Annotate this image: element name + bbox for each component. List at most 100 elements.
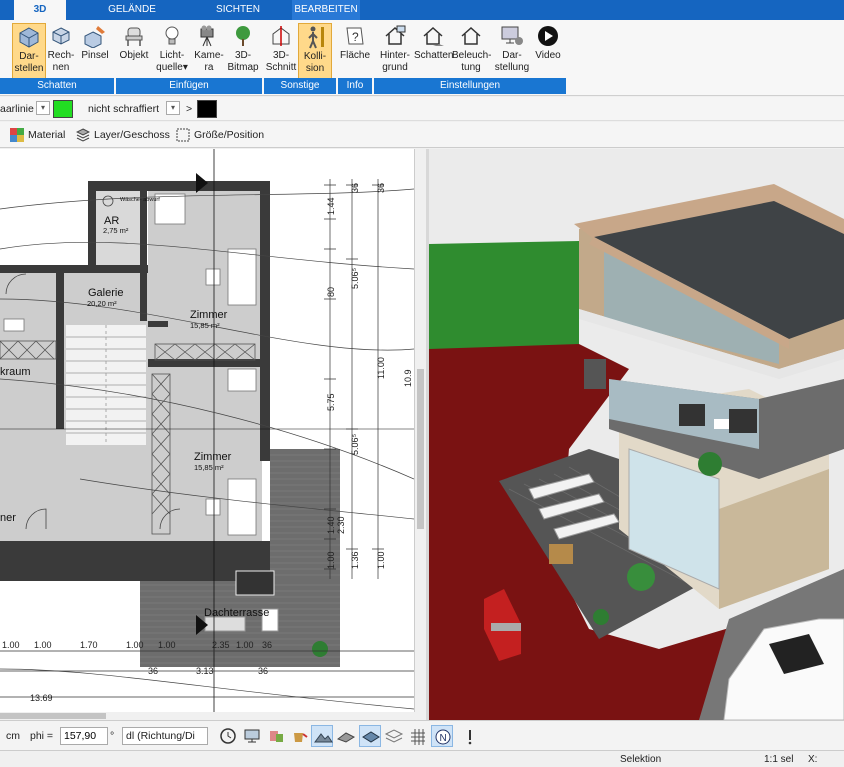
pinsel-label: Pinsel xyxy=(81,50,109,61)
room-area: 2,75 m² xyxy=(103,226,129,235)
video-button[interactable]: Video xyxy=(534,23,562,79)
screen-button[interactable] xyxy=(241,725,263,747)
hintergrund-label: Hinter- grund xyxy=(379,50,410,73)
clock-button[interactable] xyxy=(217,725,239,747)
surface-button[interactable] xyxy=(335,725,357,747)
floor-plan-view[interactable]: 1.44 80 36 5.06⁵ 11.00 5.75 5.06⁵ 1.40 2… xyxy=(0,149,414,712)
tab-3d[interactable]: 3D xyxy=(14,0,66,20)
plan-horizontal-scrollbar[interactable] xyxy=(0,712,414,720)
rechnen-button[interactable]: Rech- nen xyxy=(46,23,76,79)
kollision-label: Kolli- sion xyxy=(303,51,327,74)
dim-label: 5.06⁵ xyxy=(350,267,360,289)
dim-label: 80 xyxy=(326,287,336,297)
dim-label: 1.00 xyxy=(2,640,20,650)
status-bar: Selektion 1:1 sel X: xyxy=(0,750,844,767)
dim-label: 1.00 xyxy=(34,640,52,650)
3d-view[interactable] xyxy=(429,149,844,720)
tab-bearbeiten[interactable]: BEARBEITEN xyxy=(292,0,360,20)
room-area: 20,20 m² xyxy=(87,299,117,308)
line-color-swatch[interactable] xyxy=(53,100,73,118)
flaeche-button[interactable]: ? Fläche xyxy=(338,23,372,79)
paint-icon xyxy=(270,731,283,742)
scroll-thumb[interactable] xyxy=(417,369,424,529)
monitor-settings-icon xyxy=(501,26,523,45)
dim-total: 13.69 xyxy=(30,693,53,703)
tab-gelaende[interactable]: GELÄNDE xyxy=(80,0,184,20)
objekt-label: Objekt xyxy=(119,50,149,61)
stack-button[interactable] xyxy=(383,725,405,747)
dim-label: 1.36 xyxy=(350,551,360,569)
mode-select-value: dl (Richtung/Di xyxy=(126,730,195,742)
material-icon xyxy=(10,128,24,142)
phi-input[interactable] xyxy=(60,727,108,745)
stack-icon xyxy=(384,729,404,743)
monitor-icon xyxy=(244,729,260,743)
person-icon xyxy=(308,26,324,49)
grid-icon xyxy=(411,729,425,745)
lichtquelle-button[interactable]: Licht- quelle▾ xyxy=(152,23,192,79)
tree-icon xyxy=(236,26,250,46)
size-icon xyxy=(176,128,190,142)
size-position-button[interactable]: Größe/Position xyxy=(174,125,264,145)
hintergrund-button[interactable]: Hinter- grund xyxy=(376,23,414,79)
mode-select[interactable]: dl (Richtung/Di xyxy=(122,727,208,745)
hatch-color-swatch[interactable] xyxy=(197,100,217,118)
brush-cube-icon xyxy=(84,26,105,48)
terrain-button[interactable] xyxy=(311,725,333,747)
lightbulb-icon xyxy=(165,26,179,45)
group-schatten: Schatten xyxy=(0,78,114,94)
sub-toolbar: Material Layer/Geschoss Größe/Position xyxy=(0,122,844,148)
house-icon xyxy=(385,25,406,45)
layer-label: Layer/Geschoss xyxy=(94,129,170,141)
paint-button[interactable] xyxy=(265,725,287,747)
bitmap3d-button[interactable]: 3D- Bitmap xyxy=(226,23,260,79)
terrain-icon xyxy=(314,733,333,743)
kollision-button[interactable]: Kolli- sion xyxy=(298,23,332,79)
dim-label: 2.35 xyxy=(212,640,230,650)
beleuchtung-button[interactable]: Beleuch- tung xyxy=(452,23,491,79)
room-name: Zimmer xyxy=(194,451,232,463)
dim-label: 11.00 xyxy=(376,357,386,379)
layer-tool-button[interactable] xyxy=(359,725,381,747)
status-mode: Selektion xyxy=(620,754,662,765)
group-einfuegen: Einfügen xyxy=(116,78,262,94)
tab-sichten[interactable]: SICHTEN xyxy=(186,0,290,20)
clock-icon xyxy=(220,728,236,744)
pinsel-button[interactable]: Pinsel xyxy=(78,23,112,79)
darstellung-button[interactable]: Dar- stellung xyxy=(492,23,532,79)
north-button[interactable]: N xyxy=(431,725,453,747)
darstellung-label: Dar- stellung xyxy=(494,50,530,73)
grid-button[interactable] xyxy=(407,725,429,747)
material-button[interactable]: Material xyxy=(8,125,65,145)
cube-icon xyxy=(52,27,70,45)
phi-label: phi = xyxy=(30,730,54,742)
more-button[interactable] xyxy=(459,725,481,747)
dim-label: 3.13 xyxy=(196,666,214,676)
dim-label: 2.30 xyxy=(336,516,346,534)
dim-label: 1.00 xyxy=(326,551,336,569)
section-icon xyxy=(272,26,290,46)
cube-icon xyxy=(19,27,39,48)
objekt-button[interactable]: Objekt xyxy=(118,23,150,79)
plan-vertical-scrollbar[interactable] xyxy=(414,149,426,712)
room-area: 15,85 m² xyxy=(194,463,224,472)
layer-button[interactable]: Layer/Geschoss xyxy=(74,125,170,145)
hatch-label: nicht schraffiert xyxy=(88,103,160,115)
scroll-thumb[interactable] xyxy=(0,713,106,719)
more-icon xyxy=(468,730,472,745)
3d-scene[interactable] xyxy=(429,149,844,720)
material-tool-button[interactable] xyxy=(289,725,311,747)
line-dropdown-arrow[interactable]: ▾ xyxy=(36,101,50,115)
status-scale: 1:1 sel xyxy=(764,754,794,765)
schnitt3d-button[interactable]: 3D- Schnitt xyxy=(264,23,298,79)
schatten-einst-label: Schatten xyxy=(414,50,454,61)
room-name: Dachterrasse xyxy=(204,607,269,619)
schatten-einst-button[interactable]: Schatten xyxy=(414,23,454,79)
flaeche-label: Fläche xyxy=(339,50,370,61)
kamera-button[interactable]: Kame- ra xyxy=(194,23,224,79)
room-name: ner xyxy=(0,512,16,524)
hatch-dropdown-arrow[interactable]: ▾ xyxy=(166,101,180,115)
floor-plan-drawing[interactable]: 1.44 80 36 5.06⁵ 11.00 5.75 5.06⁵ 1.40 2… xyxy=(0,149,414,712)
darstellen-button[interactable]: Dar- stellen xyxy=(12,23,46,79)
status-coord: X: xyxy=(808,754,818,765)
